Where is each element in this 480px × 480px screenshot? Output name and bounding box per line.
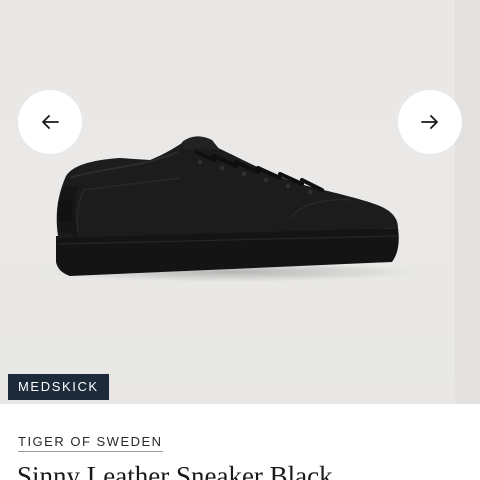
product-info: TIGER OF SWEDEN Sinny Leather Sneaker Bl… bbox=[0, 404, 480, 480]
product-image bbox=[56, 136, 399, 276]
product-title[interactable]: Sinny Leather Sneaker Black bbox=[17, 460, 333, 480]
next-image-button[interactable] bbox=[398, 90, 462, 154]
previous-image-button[interactable] bbox=[18, 90, 82, 154]
category-badge: MEDSKICK bbox=[8, 374, 109, 400]
product-card: MEDSKICK TIGER OF SWEDEN Sinny Leather S… bbox=[0, 0, 480, 480]
arrow-right-icon bbox=[421, 115, 438, 129]
product-image-gallery[interactable]: MEDSKICK bbox=[0, 0, 480, 404]
arrow-left-icon bbox=[42, 115, 59, 129]
brand-link[interactable]: TIGER OF SWEDEN bbox=[18, 434, 163, 452]
